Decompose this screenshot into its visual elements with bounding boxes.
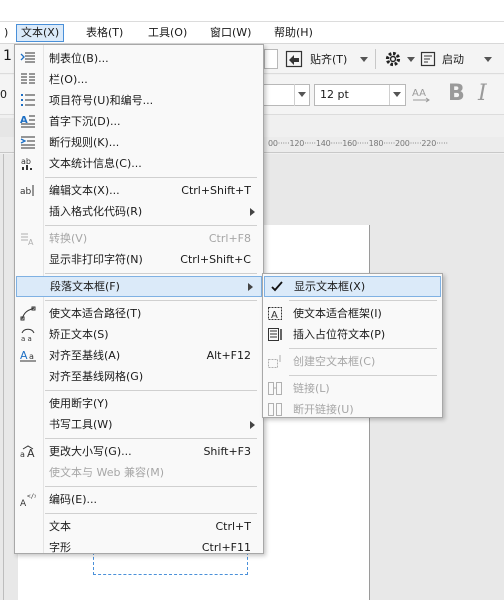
menu-item-insert-formatting-code[interactable]: 插入格式化代码(R)	[15, 201, 263, 222]
placeholder-text-icon	[267, 327, 283, 342]
encode-icon: A</>	[20, 492, 36, 507]
menu-item-line-break-rules[interactable]: 断行规则(K)...	[15, 132, 263, 153]
toolbar-partial-box[interactable]	[264, 49, 278, 69]
checkmark-icon	[269, 279, 285, 294]
fit-text-to-path-icon	[20, 306, 36, 321]
submenu-arrow-icon	[250, 208, 255, 216]
propbar-partial-field[interactable]: 0	[0, 88, 7, 101]
menu-item-align-baseline[interactable]: Aa 对齐至基线(A) Alt+F12	[15, 345, 263, 366]
menu-help[interactable]: 帮助(H)	[270, 24, 317, 42]
gear-icon[interactable]	[383, 49, 403, 69]
menu-window[interactable]: 窗口(W)	[206, 24, 255, 42]
text-statistics-icon: ab	[20, 156, 36, 171]
menu-item-align-baseline-grid[interactable]: 对齐至基线网格(G)	[15, 366, 263, 387]
launch-icon[interactable]	[420, 51, 436, 67]
tab-stops-icon	[20, 51, 36, 66]
change-case-icon: aA	[20, 444, 36, 459]
snap-icon[interactable]	[285, 50, 303, 68]
options-dropdown-arrow[interactable]	[407, 57, 415, 62]
paragraph-frame-submenu: 显示文本框(X) A 使文本适合框架(I) 插入占位符文本(P) 创建空文本框(…	[262, 273, 443, 418]
submenu-item-fit-text-frame[interactable]: A 使文本适合框架(I)	[263, 303, 442, 324]
ruler-corner	[0, 118, 15, 137]
font-size-input[interactable]: 12 pt	[314, 84, 406, 106]
submenu-arrow-icon	[250, 421, 255, 429]
drop-cap-icon: A	[20, 114, 36, 129]
menu-tools[interactable]: 工具(O)	[144, 24, 191, 42]
edit-text-icon: ab	[20, 183, 36, 198]
menu-item-straighten-text[interactable]: a a 矫正文本(S)	[15, 324, 263, 345]
font-size-value: 12 pt	[320, 88, 349, 101]
fit-text-frame-icon: A	[267, 306, 283, 321]
line-break-rules-icon	[20, 135, 36, 150]
menu-item-bullets[interactable]: 项目符号(U)和编号...	[15, 90, 263, 111]
menu-item-web-compatible[interactable]: 使文本与 Web 兼容(M)	[15, 462, 263, 483]
menu-item-text-docker[interactable]: 文本 Ctrl+T	[15, 516, 263, 537]
svg-text:a: a	[29, 352, 34, 361]
svg-text:A: A	[20, 349, 28, 362]
ruler-ticks: 00·····120·····140·····160·····180·····2…	[268, 139, 448, 148]
submenu-item-insert-placeholder[interactable]: 插入占位符文本(P)	[263, 324, 442, 345]
columns-icon	[20, 72, 36, 87]
font-dropdown-button[interactable]	[294, 84, 310, 106]
menu-item-columns[interactable]: 栏(O)...	[15, 69, 263, 90]
create-empty-frame-icon	[267, 354, 283, 369]
svg-text:A: A	[27, 447, 35, 459]
svg-text:</>: </>	[27, 493, 36, 500]
svg-text:A: A	[28, 238, 34, 246]
svg-text:A: A	[20, 499, 27, 507]
align-baseline-icon: Aa	[20, 348, 36, 363]
launch-dropdown-arrow[interactable]	[484, 57, 492, 62]
submenu-arrow-icon	[248, 283, 253, 291]
svg-text:a: a	[20, 450, 25, 459]
text-menu-dropdown: 制表位(B)... 栏(O)... 项目符号(U)和编号... A 首字下沉(D…	[14, 44, 264, 554]
snap-dropdown-arrow[interactable]	[360, 57, 368, 62]
menubar-partial-item[interactable]: )	[0, 24, 12, 42]
font-size-dropdown[interactable]	[389, 85, 405, 105]
menu-item-change-case[interactable]: aA 更改大小写(G)... Shift+F3	[15, 441, 263, 462]
toolbar-partial-field[interactable]: 1	[3, 48, 12, 64]
title-strip	[0, 0, 504, 22]
bold-icon[interactable]: B	[448, 81, 465, 106]
menu-item-show-nonprinting[interactable]: 显示非打印字符(N) Ctrl+Shift+C	[15, 249, 263, 270]
submenu-item-create-empty-frame[interactable]: 创建空文本框(C)	[263, 351, 442, 372]
launch-button[interactable]: 启动	[442, 51, 464, 67]
menu-item-text-statistics[interactable]: ab 文本统计信息(C)...	[15, 153, 263, 174]
menu-item-paragraph-text-frame[interactable]: 段落文本框(F)	[16, 276, 262, 297]
menu-item-convert[interactable]: A 转换(V) Ctrl+F8	[15, 228, 263, 249]
svg-text:A: A	[271, 310, 278, 321]
menu-item-encode[interactable]: A</> 编码(E)...	[15, 489, 263, 510]
vertical-ruler-edge	[3, 154, 4, 600]
menu-item-drop-cap[interactable]: A 首字下沉(D)...	[15, 111, 263, 132]
straighten-text-icon: a a	[20, 327, 36, 342]
unlink-icon	[267, 402, 283, 417]
menu-bar: ) 文本(X) 表格(T) 工具(O) 窗口(W) 帮助(H)	[0, 22, 504, 44]
svg-text:ab: ab	[20, 187, 32, 197]
menu-table[interactable]: 表格(T)	[82, 24, 127, 42]
link-icon	[267, 381, 283, 396]
menu-item-hyphenation[interactable]: 使用断字(Y)	[15, 393, 263, 414]
italic-icon[interactable]: I	[478, 81, 487, 106]
menu-item-glyphs[interactable]: 字形 Ctrl+F11	[15, 537, 263, 558]
menu-item-writing-tools[interactable]: 书写工具(W)	[15, 414, 263, 435]
menu-item-tab-stops[interactable]: 制表位(B)...	[15, 48, 263, 69]
toolbar-separator	[375, 49, 376, 69]
scale-font-icon[interactable]: AA	[411, 85, 431, 105]
menu-item-edit-text[interactable]: ab 编辑文本(X)... Ctrl+Shift+T	[15, 180, 263, 201]
menu-text[interactable]: 文本(X)	[16, 24, 65, 42]
svg-text:ab: ab	[21, 157, 31, 166]
submenu-item-unlink[interactable]: 断开链接(U)	[263, 399, 442, 420]
convert-icon: A	[20, 231, 36, 246]
svg-text:a a: a a	[21, 335, 32, 342]
svg-text:AA: AA	[412, 88, 426, 99]
submenu-item-show-text-frames[interactable]: 显示文本框(X)	[264, 276, 441, 297]
submenu-item-link[interactable]: 链接(L)	[263, 378, 442, 399]
bullets-icon	[20, 93, 36, 108]
menu-item-fit-text-to-path[interactable]: 使文本适合路径(T)	[15, 303, 263, 324]
snap-button[interactable]: 贴齐(T)	[310, 51, 347, 67]
